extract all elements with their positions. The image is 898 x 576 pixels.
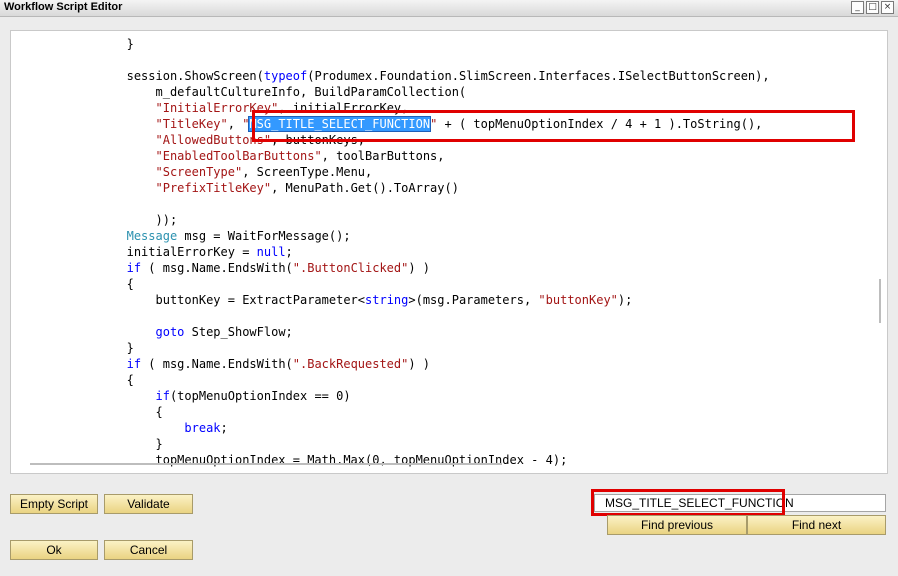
code-line[interactable]: if ( msg.Name.EndsWith(".BackRequested")…	[11, 356, 770, 372]
code-line[interactable]: goto Step_ShowFlow;	[11, 324, 770, 340]
find-previous-button[interactable]: Find previous	[607, 515, 747, 535]
find-next-button[interactable]: Find next	[747, 515, 886, 535]
code-line[interactable]	[11, 196, 770, 212]
code-line[interactable]	[11, 308, 770, 324]
code-line[interactable]: if ( msg.Name.EndsWith(".ButtonClicked")…	[11, 260, 770, 276]
code-line[interactable]: buttonKey = ExtractParameter<string>(msg…	[11, 292, 770, 308]
code-line[interactable]: }	[11, 436, 770, 452]
empty-script-button[interactable]: Empty Script	[10, 494, 98, 514]
code-line[interactable]: }	[11, 340, 770, 356]
ok-button[interactable]: Ok	[10, 540, 98, 560]
code-line[interactable]: initialErrorKey = null;	[11, 244, 770, 260]
code-line[interactable]: "EnabledToolBarButtons", toolBarButtons,	[11, 148, 770, 164]
script-editor[interactable]: } session.ShowScreen(typeof(Produmex.Fou…	[10, 30, 888, 474]
code-line[interactable]: }	[11, 36, 770, 52]
code-line[interactable]: m_defaultCultureInfo, BuildParamCollecti…	[11, 84, 770, 100]
code-line[interactable]: break;	[11, 420, 770, 436]
title-bar: Workflow Script Editor _ □ ×	[0, 0, 898, 17]
minimize-icon[interactable]: _	[851, 1, 864, 14]
close-icon[interactable]: ×	[881, 1, 894, 14]
window-controls: _ □ ×	[851, 1, 894, 14]
code-line[interactable]: if(topMenuOptionIndex == 0)	[11, 388, 770, 404]
code-line[interactable]: {	[11, 372, 770, 388]
validate-button[interactable]: Validate	[104, 494, 193, 514]
vertical-scrollbar[interactable]	[879, 279, 881, 323]
code-line[interactable]: "PrefixTitleKey", MenuPath.Get().ToArray…	[11, 180, 770, 196]
code-line[interactable]: "ScreenType", ScreenType.Menu,	[11, 164, 770, 180]
horizontal-scrollbar[interactable]	[30, 463, 502, 465]
maximize-icon[interactable]: □	[866, 1, 879, 14]
window-title: Workflow Script Editor	[4, 1, 123, 13]
code-line[interactable]: {	[11, 276, 770, 292]
code-line[interactable]: Message msg = WaitForMessage();	[11, 228, 770, 244]
code-line[interactable]: topMenuOptionIndex = Math.Max(0, topMenu…	[11, 452, 770, 468]
highlight-box-code	[252, 110, 855, 142]
code-line[interactable]: {	[11, 404, 770, 420]
highlight-box-search	[591, 489, 785, 516]
cancel-button[interactable]: Cancel	[104, 540, 193, 560]
code-area[interactable]: } session.ShowScreen(typeof(Produmex.Fou…	[11, 36, 770, 468]
code-line[interactable]: session.ShowScreen(typeof(Produmex.Found…	[11, 68, 770, 84]
code-line[interactable]: ));	[11, 212, 770, 228]
code-line[interactable]	[11, 52, 770, 68]
